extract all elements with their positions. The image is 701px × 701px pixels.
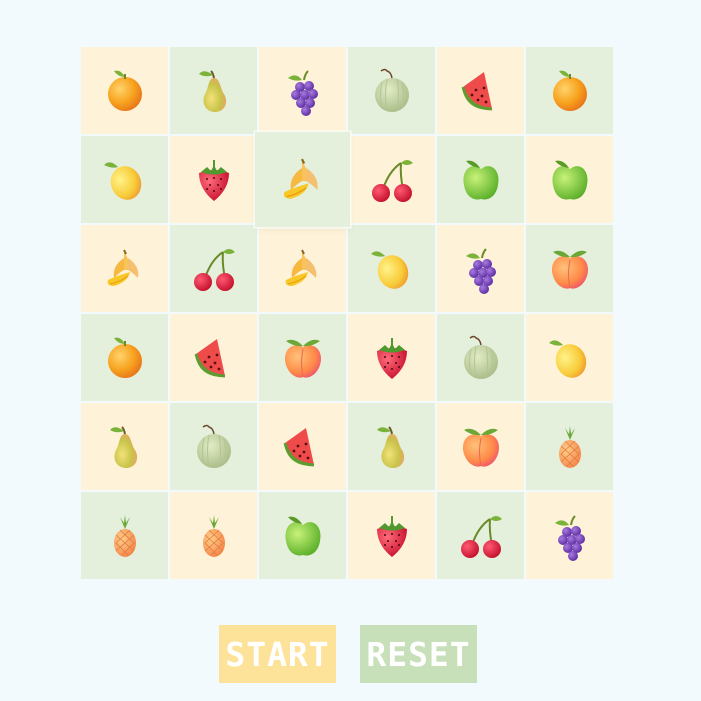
lemon-icon [103, 161, 141, 200]
melon-icon [463, 335, 498, 379]
banana-icon [285, 249, 316, 286]
start-button[interactable]: START [219, 625, 336, 683]
tile-r3-c3-banana[interactable] [259, 225, 346, 312]
peach-icon [551, 250, 588, 289]
tile-r1-c5-watermelon[interactable] [437, 47, 524, 134]
tile-r2-c6-green-apple[interactable] [526, 136, 613, 223]
cherries-icon [460, 515, 502, 558]
tile-r6-c5-cherries[interactable] [437, 492, 524, 579]
tile-r3-c2-cherries[interactable] [170, 225, 257, 312]
tile-r1-c3-grapes[interactable] [259, 47, 346, 134]
strawberry-icon [198, 159, 229, 201]
tile-r4-c2-watermelon[interactable] [170, 314, 257, 401]
pineapple-icon [113, 514, 136, 557]
peach-icon [284, 339, 321, 378]
tile-r5-c2-melon[interactable] [170, 403, 257, 490]
tile-r6-c6-grapes[interactable] [526, 492, 613, 579]
tile-r2-c5-green-apple[interactable] [437, 136, 524, 223]
lemon-icon [370, 250, 408, 289]
grapes-icon [287, 69, 318, 116]
melon-icon [196, 424, 231, 468]
tile-r3-c4-lemon[interactable] [348, 225, 435, 312]
tile-r5-c5-peach[interactable] [437, 403, 524, 490]
tile-r3-c6-peach[interactable] [526, 225, 613, 312]
strawberry-icon [376, 515, 407, 557]
watermelon-icon [461, 71, 492, 110]
tile-r6-c1-pineapple[interactable] [81, 492, 168, 579]
green-apple-icon [551, 160, 588, 199]
tile-r3-c1-banana[interactable] [81, 225, 168, 312]
tile-r5-c4-pear[interactable] [348, 403, 435, 490]
melon-icon [374, 68, 409, 112]
lemon-icon [548, 339, 586, 378]
tile-r1-c4-melon[interactable] [348, 47, 435, 134]
tile-r4-c4-strawberry[interactable] [348, 314, 435, 401]
orange-icon [107, 337, 142, 378]
tile-r5-c3-watermelon[interactable] [259, 403, 346, 490]
banana-icon [283, 158, 318, 199]
orange-icon [552, 70, 587, 111]
pear-icon [376, 425, 404, 468]
orange-icon [107, 70, 142, 111]
reset-button[interactable]: RESET [360, 625, 477, 683]
pear-icon [198, 69, 226, 112]
tile-r6-c3-green-apple[interactable] [259, 492, 346, 579]
tile-r6-c2-pineapple[interactable] [170, 492, 257, 579]
cherries-icon [371, 159, 413, 202]
tile-r1-c1-orange[interactable] [81, 47, 168, 134]
tile-r4-c3-peach[interactable] [259, 314, 346, 401]
tile-r3-c5-grapes[interactable] [437, 225, 524, 312]
tile-r2-c3-banana[interactable] [254, 131, 351, 228]
strawberry-icon [376, 337, 407, 379]
tile-r5-c6-pineapple[interactable] [526, 403, 613, 490]
game-controls: START RESET [219, 625, 477, 683]
game-board [81, 47, 616, 582]
tile-r1-c2-pear[interactable] [170, 47, 257, 134]
watermelon-icon [283, 427, 314, 466]
green-apple-icon [284, 516, 321, 555]
banana-icon [107, 249, 138, 286]
tile-r2-c1-lemon[interactable] [81, 136, 168, 223]
tile-r6-c4-strawberry[interactable] [348, 492, 435, 579]
tile-r4-c1-orange[interactable] [81, 314, 168, 401]
tile-r2-c4-cherries[interactable] [348, 136, 435, 223]
pear-icon [109, 425, 137, 468]
green-apple-icon [462, 160, 499, 199]
grapes-icon [465, 247, 496, 294]
grapes-icon [554, 514, 585, 561]
tile-r4-c6-lemon[interactable] [526, 314, 613, 401]
tile-r2-c2-strawberry[interactable] [170, 136, 257, 223]
cherries-icon [193, 248, 235, 291]
pineapple-icon [202, 514, 225, 557]
tile-r1-c6-orange[interactable] [526, 47, 613, 134]
peach-icon [462, 428, 499, 467]
tile-r4-c5-melon[interactable] [437, 314, 524, 401]
tile-r5-c1-pear[interactable] [81, 403, 168, 490]
watermelon-icon [194, 338, 225, 377]
pineapple-icon [558, 425, 581, 468]
